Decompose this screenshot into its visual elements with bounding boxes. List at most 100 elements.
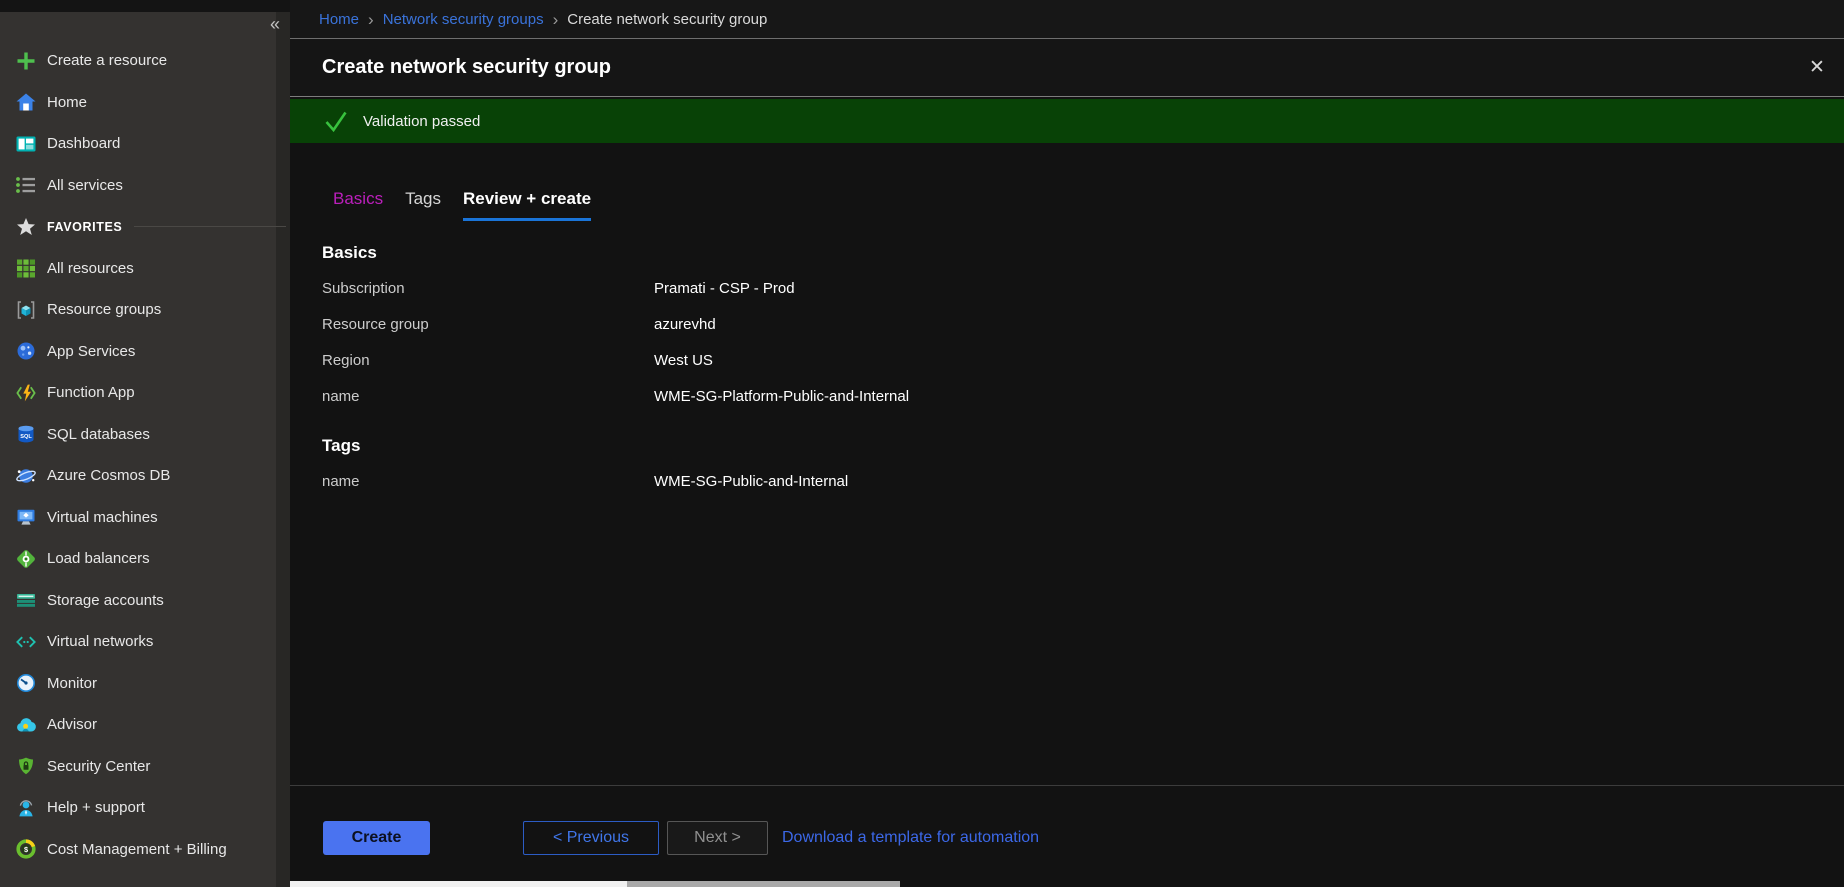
sidebar-item-label: Function App (47, 384, 135, 401)
breadcrumb-current-page: Create network security group (567, 11, 767, 28)
row-label: Region (322, 343, 654, 379)
sidebar-item-sql-databases[interactable]: SQL SQL databases (0, 414, 290, 456)
sidebar: « Create a resource Home Dashboard All s… (0, 12, 290, 887)
planet-icon (15, 465, 37, 487)
sidebar-item-label: Load balancers (47, 550, 150, 567)
home-icon (15, 91, 37, 113)
storage-bars-icon (15, 589, 37, 611)
sidebar-item-all-resources[interactable]: All resources (0, 248, 290, 290)
row-value: Pramati - CSP - Prod (654, 271, 795, 307)
sidebar-item-label: Dashboard (47, 135, 120, 152)
sidebar-item-create-a-resource[interactable]: Create a resource (0, 40, 290, 82)
lightning-icon (15, 382, 37, 404)
close-icon[interactable]: ✕ (1804, 55, 1830, 81)
review-summary: Basics Subscription Pramati - CSP - Prod… (322, 235, 1784, 500)
services-list-icon (15, 174, 37, 196)
row-value: azurevhd (654, 307, 716, 343)
page-title: Create network security group (322, 56, 611, 79)
check-icon (323, 108, 349, 134)
sidebar-item-home[interactable]: Home (0, 82, 290, 124)
globe-icon (15, 340, 37, 362)
sidebar-item-load-balancers[interactable]: Load balancers (0, 538, 290, 580)
plus-icon (15, 50, 37, 72)
sidebar-item-azure-cosmos-db[interactable]: Azure Cosmos DB (0, 455, 290, 497)
sidebar-item-monitor[interactable]: Monitor (0, 663, 290, 705)
sidebar-item-label: App Services (47, 343, 135, 360)
sidebar-item-security-center[interactable]: Security Center (0, 746, 290, 788)
sidebar-item-help-support[interactable]: Help + support (0, 787, 290, 829)
section-heading-basics: Basics (322, 235, 1784, 271)
row-label: Subscription (322, 271, 654, 307)
sidebar-item-dashboard[interactable]: Dashboard (0, 123, 290, 165)
footer-divider (290, 785, 1844, 786)
cube-brackets-icon (15, 299, 37, 321)
footer-actions: Create < Previous Next > Download a temp… (323, 821, 1824, 855)
star-icon (15, 216, 37, 238)
sidebar-section-favorites: FAVORITES (0, 206, 290, 248)
sidebar-collapse-button[interactable]: « (270, 14, 280, 34)
main-content: Home › Network security groups › Create … (290, 0, 1844, 887)
bottom-edge-strip (290, 881, 627, 887)
tab-review-create[interactable]: Review + create (463, 189, 591, 221)
vm-monitor-icon (15, 506, 37, 528)
sidebar-item-all-services[interactable]: All services (0, 165, 290, 207)
row-label: Resource group (322, 307, 654, 343)
dashboard-icon (15, 133, 37, 155)
sidebar-item-label: All services (47, 177, 123, 194)
resources-grid-icon (15, 257, 37, 279)
blade-header: Create network security group ✕ (290, 38, 1844, 97)
next-button-disabled: Next > (667, 821, 768, 855)
svg-text:$: $ (24, 845, 28, 854)
breadcrumb-network-security-groups-link[interactable]: Network security groups (383, 11, 544, 28)
breadcrumb: Home › Network security groups › Create … (290, 0, 1844, 38)
sidebar-section-label: FAVORITES (47, 220, 122, 234)
breadcrumb-separator: › (368, 12, 374, 27)
validation-banner-text: Validation passed (363, 113, 480, 130)
sidebar-item-app-services[interactable]: App Services (0, 331, 290, 373)
sidebar-item-storage-accounts[interactable]: Storage accounts (0, 580, 290, 622)
balancer-diamond-icon (15, 548, 37, 570)
sidebar-item-cost-management-billing[interactable]: $ Cost Management + Billing (0, 829, 290, 871)
sidebar-item-resource-groups[interactable]: Resource groups (0, 289, 290, 331)
row-label: name (322, 379, 654, 415)
sidebar-item-label: Resource groups (47, 301, 161, 318)
breadcrumb-separator: › (553, 12, 559, 27)
breadcrumb-home-link[interactable]: Home (319, 11, 359, 28)
review-row-name: name WME-SG-Platform-Public-and-Internal (322, 379, 1784, 415)
sidebar-item-label: Security Center (47, 758, 150, 775)
shield-lock-icon (15, 755, 37, 777)
advisor-cloud-icon (15, 714, 37, 736)
sidebar-item-label: Virtual networks (47, 633, 153, 650)
download-template-link[interactable]: Download a template for automation (782, 821, 1039, 855)
sidebar-item-label: Monitor (47, 675, 97, 692)
previous-button[interactable]: < Previous (523, 821, 659, 855)
sidebar-item-virtual-machines[interactable]: Virtual machines (0, 497, 290, 539)
row-value: WME-SG-Public-and-Internal (654, 464, 848, 500)
tab-bar: Basics Tags Review + create (333, 189, 591, 221)
sql-cylinder-icon: SQL (15, 423, 37, 445)
tab-basics[interactable]: Basics (333, 189, 383, 221)
review-row-subscription: Subscription Pramati - CSP - Prod (322, 271, 1784, 307)
gauge-icon (15, 672, 37, 694)
row-label: name (322, 464, 654, 500)
review-row-tag-name: name WME-SG-Public-and-Internal (322, 464, 1784, 500)
sidebar-item-label: All resources (47, 260, 134, 277)
bottom-edge-strip-dim (627, 881, 900, 887)
create-button[interactable]: Create (323, 821, 430, 855)
sidebar-item-label: Cost Management + Billing (47, 841, 227, 858)
sidebar-item-label: Help + support (47, 799, 145, 816)
dollar-donut-icon: $ (15, 838, 37, 860)
sidebar-item-advisor[interactable]: Advisor (0, 704, 290, 746)
sidebar-item-function-app[interactable]: Function App (0, 372, 290, 414)
sidebar-item-label: Azure Cosmos DB (47, 467, 170, 484)
person-headset-icon (15, 797, 37, 819)
sidebar-menu: Create a resource Home Dashboard All ser… (0, 12, 290, 870)
validation-banner: Validation passed (290, 99, 1844, 143)
tab-tags[interactable]: Tags (405, 189, 441, 221)
network-chevrons-icon (15, 631, 37, 653)
sidebar-item-label: SQL databases (47, 426, 150, 443)
row-value: WME-SG-Platform-Public-and-Internal (654, 379, 909, 415)
review-row-resource-group: Resource group azurevhd (322, 307, 1784, 343)
sidebar-item-virtual-networks[interactable]: Virtual networks (0, 621, 290, 663)
sidebar-item-label: Storage accounts (47, 592, 164, 609)
